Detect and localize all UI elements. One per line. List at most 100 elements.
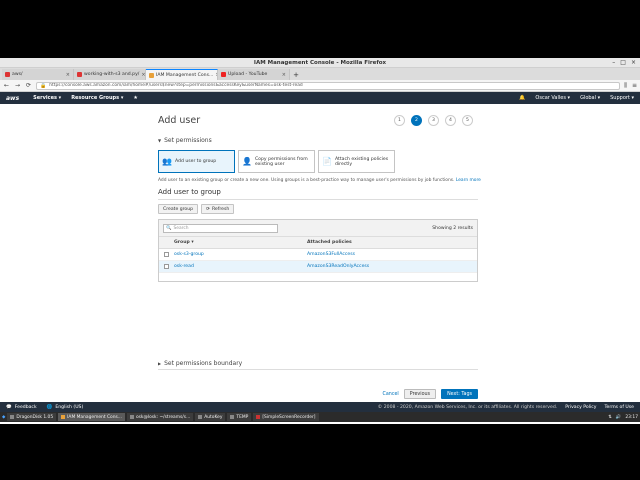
search-input[interactable]: 🔍 Search <box>163 223 278 233</box>
taskbar-item[interactable]: osk@losk: ~/streams/s... <box>126 413 194 421</box>
option-add-user-to-group[interactable]: 👥 Add user to group <box>158 150 235 173</box>
step-5[interactable]: 5 <box>462 115 473 126</box>
create-group-button[interactable]: Create group <box>158 204 199 214</box>
document-icon: 📄 <box>322 157 332 166</box>
taskbar-item-label: IAM Management Cons... <box>67 414 122 420</box>
url-bar[interactable]: 🔒 https://console.aws.amazon.com/iam/hom… <box>36 81 621 90</box>
taskbar-item[interactable]: AutoKey <box>195 413 226 421</box>
taskbar-item[interactable]: DragonDisk 1.05 <box>7 413 57 421</box>
app-icon <box>129 415 134 419</box>
step-3[interactable]: 3 <box>428 115 439 126</box>
description-text: Add user to an existing group or create … <box>158 178 455 183</box>
policy-link[interactable]: AmazonS3ReadOnlyAccess <box>307 264 477 269</box>
taskbar-item[interactable]: TEMP <box>227 413 252 421</box>
feedback-button[interactable]: 💬 Feedback <box>6 405 37 410</box>
taskbar-item-label: [SimpleScreenRecorder] <box>262 414 316 420</box>
divider <box>158 369 478 370</box>
row-checkbox-cell <box>159 252 174 257</box>
divider <box>158 199 478 200</box>
tab-strip: aws/ × working-with-s3 and.py/ × IAM Man… <box>0 68 640 80</box>
tab-favicon-icon <box>149 72 154 78</box>
region-menu[interactable]: Global ▾ <box>580 95 600 101</box>
collapsed-triangle-icon: ▶ <box>158 361 162 366</box>
tab-close-icon[interactable]: × <box>66 72 70 78</box>
set-permissions-boundary-header[interactable]: ▶ Set permissions boundary <box>158 360 242 367</box>
page-title: Add user <box>158 115 201 126</box>
tab-aws[interactable]: aws/ × <box>2 69 74 80</box>
menu-icon[interactable]: ≡ <box>632 82 637 90</box>
cancel-button[interactable]: Cancel <box>383 392 399 397</box>
search-icon: 🔍 <box>166 225 172 231</box>
tab-working-with-s3[interactable]: working-with-s3 and.py/ × <box>74 69 146 80</box>
tab-favicon-icon <box>77 72 82 77</box>
lock-icon: 🔒 <box>40 82 47 89</box>
next-tags-button[interactable]: Next: Tags <box>441 389 478 399</box>
privacy-policy-link[interactable]: Privacy Policy <box>565 405 596 410</box>
tab-close-icon[interactable]: × <box>141 72 145 78</box>
row-checkbox[interactable] <box>164 252 169 257</box>
taskbar-item-label: osk@losk: ~/streams/s... <box>135 414 191 420</box>
minimize-icon[interactable]: – <box>612 59 615 66</box>
services-menu[interactable]: Services ▾ <box>33 95 61 101</box>
column-attached-policies: Attached policies <box>307 240 352 245</box>
policy-link[interactable]: AmazonS3FullAccess <box>307 252 477 257</box>
tab-favicon-icon <box>221 72 226 77</box>
learn-more-link[interactable]: Learn more <box>456 178 481 183</box>
os-taskbar: ◆ DragonDisk 1.05 IAM Management Cons...… <box>0 412 640 422</box>
option-attach-policies[interactable]: 📄 Attach existing policies directly <box>318 150 395 173</box>
tab-iam-console[interactable]: IAM Management Cons... × <box>146 69 218 80</box>
close-icon[interactable]: × <box>631 59 636 66</box>
volume-icon[interactable]: 🔊 <box>616 415 621 420</box>
bell-icon[interactable]: 🔔 <box>519 95 525 101</box>
taskbar-item[interactable]: IAM Management Cons... <box>58 413 125 421</box>
tab-close-icon[interactable]: × <box>282 72 286 78</box>
network-icon[interactable]: ⇅ <box>608 415 612 420</box>
aws-logo[interactable]: aws <box>6 95 19 102</box>
taskbar-item-label: AutoKey <box>204 414 223 420</box>
aws-footer: 💬 Feedback 🌐 English (US) © 2008 - 2020,… <box>0 402 640 412</box>
maximize-icon[interactable]: □ <box>620 59 626 66</box>
table-toolbar: 🔍 Search Showing 2 results <box>159 220 477 237</box>
app-icon <box>198 415 203 419</box>
feedback-label: Feedback <box>14 404 37 410</box>
groups-table: 🔍 Search Showing 2 results Group ▾ Attac… <box>158 219 478 282</box>
wizard-footer-buttons: Cancel Previous Next: Tags <box>383 389 478 399</box>
group-name-link[interactable]: osk-read <box>174 264 307 269</box>
expanded-triangle-icon: ▼ <box>158 138 162 143</box>
table-header: Group ▾ Attached policies <box>159 237 477 249</box>
step-2[interactable]: 2 <box>411 115 422 126</box>
boundary-label: Set permissions boundary <box>164 360 243 367</box>
language-selector[interactable]: 🌐 English (US) <box>47 405 84 410</box>
back-icon[interactable]: ← <box>3 82 10 89</box>
step-4[interactable]: 4 <box>445 115 456 126</box>
terms-of-use-link[interactable]: Terms of Use <box>605 405 634 410</box>
row-checkbox[interactable] <box>164 264 169 269</box>
option-label: Attach existing policies directly <box>334 156 389 167</box>
wizard-steps: 1 2 3 4 5 <box>394 115 473 126</box>
option-copy-permissions[interactable]: 👤 Copy permissions from existing user <box>238 150 315 173</box>
group-name-link[interactable]: osk-s3-group <box>174 252 307 257</box>
taskbar-item[interactable]: [SimpleScreenRecorder] <box>253 413 319 421</box>
step-1[interactable]: 1 <box>394 115 405 126</box>
user-menu[interactable]: Oscar Valles ▾ <box>535 95 570 101</box>
previous-button[interactable]: Previous <box>403 389 437 399</box>
library-icon[interactable]: ⫼ <box>624 82 627 90</box>
table-row[interactable]: osk-s3-group AmazonS3FullAccess <box>159 249 477 261</box>
app-icon <box>10 415 15 419</box>
column-group[interactable]: Group ▾ <box>174 240 307 245</box>
browser-toolbar-right: ⫼ ≡ <box>624 82 637 90</box>
forward-icon[interactable]: → <box>14 82 21 89</box>
set-permissions-header[interactable]: ▼ Set permissions <box>158 137 212 144</box>
taskbar-item-label: DragonDisk 1.05 <box>16 414 54 420</box>
reload-icon[interactable]: ⟳ <box>25 82 32 89</box>
option-label: Add user to group <box>174 159 217 164</box>
star-icon[interactable]: ★ <box>133 95 137 101</box>
tab-favicon-icon <box>5 72 10 77</box>
new-tab-button[interactable]: + <box>290 69 302 80</box>
table-row[interactable]: osk-read AmazonS3ReadOnlyAccess <box>159 261 477 273</box>
support-menu[interactable]: Support ▾ <box>610 95 634 101</box>
refresh-button[interactable]: ⟳ Refresh <box>201 204 235 214</box>
resource-groups-menu[interactable]: Resource Groups ▾ <box>71 95 123 101</box>
tab-youtube[interactable]: Upload - YouTube × <box>218 69 290 80</box>
start-menu-icon[interactable]: ◆ <box>2 415 5 420</box>
